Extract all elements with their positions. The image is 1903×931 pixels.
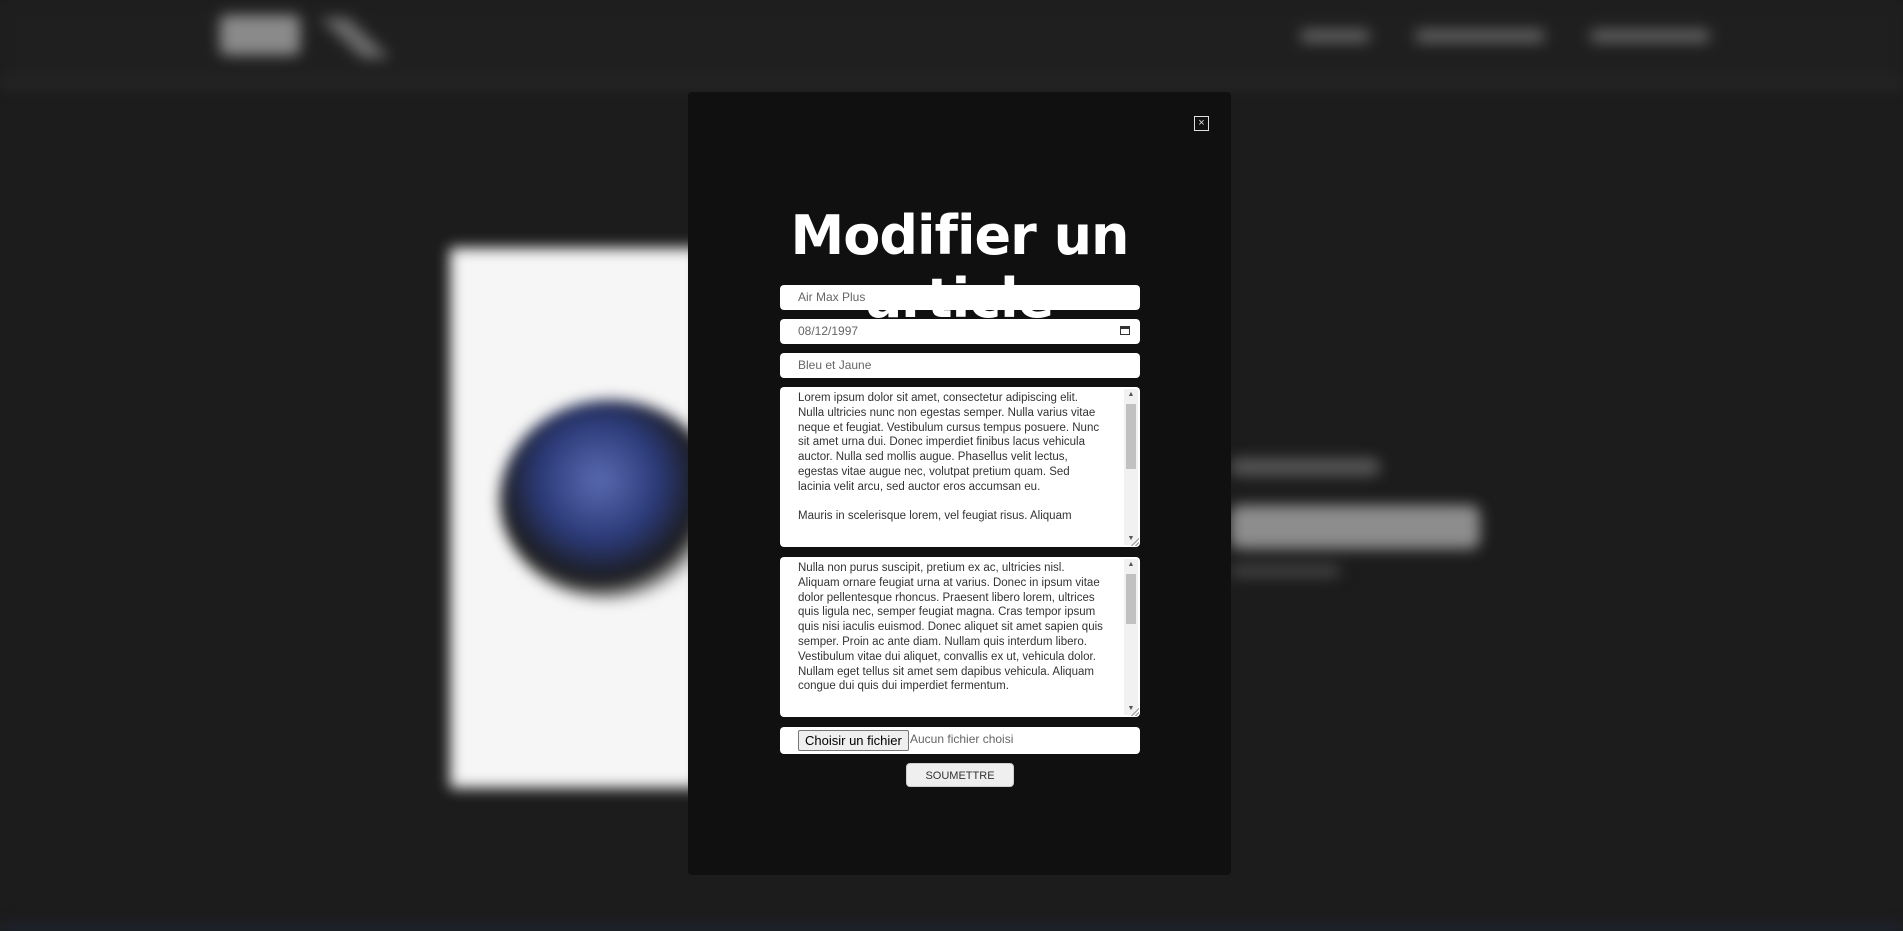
background-product-title <box>1230 505 1480 549</box>
name-input-value: Air Max Plus <box>798 290 866 304</box>
date-input[interactable]: 08/12/1997 <box>780 319 1140 344</box>
name-input[interactable]: Air Max Plus <box>780 285 1140 310</box>
background-product-meta <box>1230 565 1340 577</box>
scroll-up-icon[interactable]: ▲ <box>1124 559 1138 571</box>
file-input[interactable]: Choisir un fichier Aucun fichier choisi <box>780 727 1140 754</box>
background-product-subtitle <box>1230 458 1380 476</box>
scrollbar-thumb[interactable] <box>1126 404 1136 469</box>
details-scrollbar[interactable]: ▲ ▼ <box>1124 559 1138 715</box>
file-status-label: Aucun fichier choisi <box>910 732 1014 746</box>
background-nav-item <box>1300 30 1370 42</box>
details-textarea[interactable]: Nulla non purus suscipit, pretium ex ac,… <box>780 557 1140 717</box>
modal-title: Modifier un article <box>790 204 1130 330</box>
scrollbar-thumb[interactable] <box>1126 574 1136 624</box>
date-input-value: 08/12/1997 <box>798 324 859 338</box>
choose-file-button[interactable]: Choisir un fichier <box>798 730 909 751</box>
calendar-icon[interactable] <box>1120 326 1130 335</box>
background-bottom-bar <box>0 926 1903 931</box>
description-textarea-value: Lorem ipsum dolor sit amet, consectetur … <box>798 392 1100 523</box>
background-product-image <box>500 400 720 600</box>
close-icon[interactable]: × <box>1194 116 1209 131</box>
background-logo <box>220 15 300 55</box>
submit-button[interactable]: SOUMETTRE <box>906 763 1014 787</box>
details-textarea-value: Nulla non purus suscipit, pretium ex ac,… <box>798 562 1107 693</box>
description-scrollbar[interactable]: ▲ ▼ <box>1124 389 1138 545</box>
resize-handle-icon[interactable] <box>1131 708 1139 716</box>
color-input-value: Bleu et Jaune <box>798 358 872 372</box>
edit-article-modal: × Modifier un article Air Max Plus 08/12… <box>688 92 1231 875</box>
background-nav-item <box>1590 30 1710 42</box>
resize-handle-icon[interactable] <box>1131 538 1139 546</box>
description-textarea[interactable]: Lorem ipsum dolor sit amet, consectetur … <box>780 387 1140 547</box>
color-input[interactable]: Bleu et Jaune <box>780 353 1140 378</box>
background-nav-item <box>1415 30 1545 42</box>
scroll-up-icon[interactable]: ▲ <box>1124 389 1138 401</box>
